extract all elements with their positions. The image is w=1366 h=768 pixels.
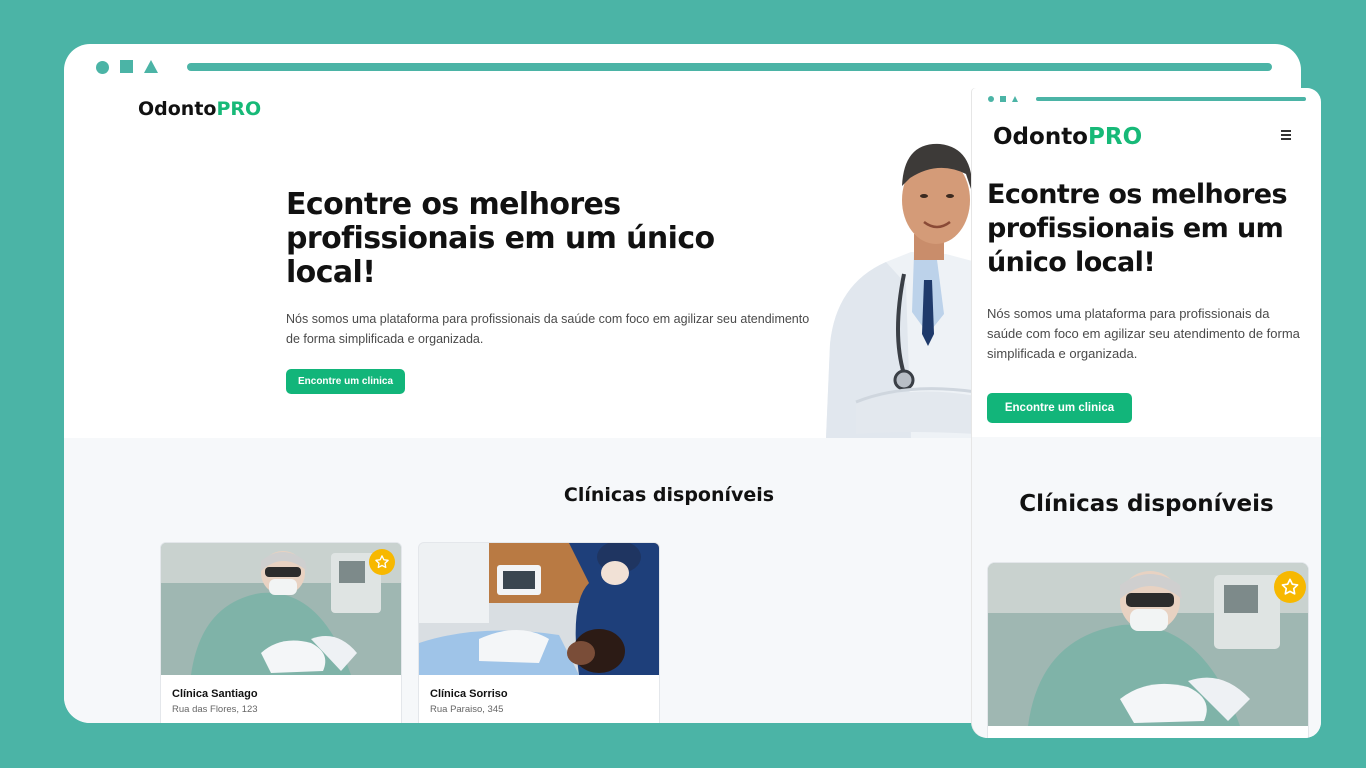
clinic-card-santiago[interactable]: Clínica Santiago Rua das Flores, 123 bbox=[160, 542, 402, 723]
hero-title: Econtre os melhores profissionais em um … bbox=[286, 187, 715, 290]
clinics-section: Clínicas disponíveis bbox=[972, 437, 1321, 738]
triangle-shape-icon bbox=[144, 60, 158, 73]
star-icon bbox=[375, 555, 389, 569]
brand-logo[interactable]: OdontoPRO bbox=[138, 98, 261, 120]
find-clinic-button[interactable]: Encontre um clinica bbox=[987, 393, 1132, 423]
favorite-star-button[interactable] bbox=[1274, 571, 1306, 603]
address-bar bbox=[1036, 97, 1306, 101]
brand-logo-prefix: Odonto bbox=[138, 98, 217, 120]
brand-logo[interactable]: OdontoPRO bbox=[993, 124, 1142, 150]
brand-logo-suffix: PRO bbox=[216, 98, 262, 120]
circle-shape-icon bbox=[988, 96, 994, 102]
address-bar bbox=[187, 63, 1272, 71]
brand-logo-prefix: Odonto bbox=[993, 124, 1088, 150]
find-clinic-button[interactable]: Encontre um clinica bbox=[286, 369, 405, 394]
browser-chrome bbox=[64, 44, 1301, 90]
mobile-browser-mockup: OdontoPRO Econtre os melhores profission… bbox=[972, 88, 1321, 738]
hero-description: Nós somos uma plataforma para profission… bbox=[987, 306, 1300, 361]
hamburger-icon[interactable] bbox=[1281, 128, 1295, 142]
clinic-santiago-photo bbox=[161, 543, 401, 675]
clinic-card-sorriso[interactable]: Clínica Sorriso Rua Paraiso, 345 bbox=[418, 542, 660, 723]
clinic-card-santiago[interactable] bbox=[987, 562, 1309, 738]
hero-title: Econtre os melhores profissionais em um … bbox=[987, 179, 1288, 278]
clinic-santiago-photo bbox=[988, 563, 1308, 726]
clinic-sorriso-photo bbox=[419, 543, 659, 675]
clinic-name: Clínica Santiago bbox=[172, 688, 258, 700]
hero-description: Nós somos uma plataforma para profission… bbox=[286, 312, 810, 346]
circle-shape-icon bbox=[96, 61, 109, 74]
star-icon bbox=[1281, 578, 1299, 595]
clinics-section-title: Clínicas disponíveis bbox=[1019, 491, 1274, 517]
clinic-address: Rua das Flores, 123 bbox=[172, 704, 258, 715]
square-shape-icon bbox=[120, 60, 133, 73]
doctor-image bbox=[816, 134, 976, 438]
triangle-shape-icon bbox=[1012, 96, 1018, 102]
clinic-address: Rua Paraiso, 345 bbox=[430, 704, 504, 715]
clinic-name: Clínica Sorriso bbox=[430, 688, 508, 700]
favorite-star-button[interactable] bbox=[369, 549, 395, 575]
brand-logo-suffix: PRO bbox=[1088, 124, 1143, 150]
square-shape-icon bbox=[1000, 96, 1006, 102]
